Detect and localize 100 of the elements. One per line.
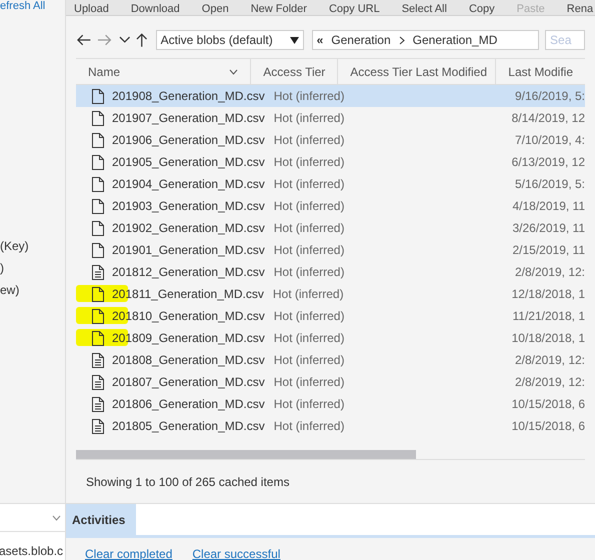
last-modified-cell-text: 11/21/2018, 1 <box>511 308 585 325</box>
last-modified-cell-text: 6/13/2019, 12 <box>510 154 585 171</box>
file-row[interactable]: 201806_Generation_MD.csv Hot (inferred) 10/15/2018, 6 <box>76 393 585 415</box>
breadcrumb-item[interactable]: Generation <box>331 31 391 49</box>
toolbar-button[interactable]: Download <box>130 3 180 15</box>
status-text: Showing 1 to 100 of 265 cached items <box>85 475 290 489</box>
access-tier-cell-text: Hot (inferred) <box>272 418 346 435</box>
access-tier-cell-text: Hot (inferred) <box>272 396 346 413</box>
last-modified-cell-text: 2/8/2019, 12: <box>514 264 585 281</box>
file-row[interactable]: 201805_Generation_MD.csv Hot (inferred) 10/15/2018, 6 <box>76 415 585 437</box>
horizontal-scrollbar[interactable] <box>76 450 416 459</box>
tree-item-label[interactable]: ew) <box>0 283 65 297</box>
last-modified-cell-text: 2/8/2019, 12: <box>514 374 585 391</box>
search-field[interactable]: Sea <box>545 30 586 50</box>
file-row[interactable]: 201808_Generation_MD.csv Hot (inferred) 2/8/2019, 12: <box>76 349 585 371</box>
column-header[interactable]: Access Tier <box>251 59 338 84</box>
access-tier-cell-text: Hot (inferred) <box>272 374 346 391</box>
last-modified-cell-text: 8/14/2019, 12 <box>510 110 585 127</box>
file-row[interactable]: 201812_Generation_MD.csv Hot (inferred) 2/8/2019, 12: <box>76 261 585 283</box>
toolbar-button[interactable]: Select All <box>402 3 447 15</box>
file-icon <box>92 198 104 214</box>
tree-item-label[interactable]: (Key) <box>0 239 65 253</box>
file-row[interactable]: 201902_Generation_MD.csv Hot (inferred) 3/26/2019, 11 <box>76 217 585 239</box>
text-file-icon <box>92 418 104 434</box>
toolbar-button[interactable]: Upload <box>74 3 109 15</box>
toolbar-button[interactable]: Open <box>202 3 229 15</box>
last-modified-cell-text: 2/15/2019, 11 <box>511 242 585 259</box>
last-modified-cell-text: 12/18/2018, 1 <box>510 286 585 303</box>
last-modified-cell-text: 10/15/2018, 6 <box>510 396 585 413</box>
last-modified-cell-text: 7/10/2019, 4: <box>514 132 585 149</box>
clear-link[interactable]: Clear successful <box>192 548 280 560</box>
file-name: 201905_Generation_MD.csv <box>112 154 265 171</box>
file-row[interactable]: 201906_Generation_MD.csv Hot (inferred) 7/10/2019, 4: <box>76 129 585 151</box>
file-name: 201908_Generation_MD.csv <box>112 88 265 105</box>
back-arrow-icon[interactable] <box>76 33 92 47</box>
toolbar-button[interactable]: Copy <box>468 3 495 15</box>
filter-dropdown[interactable]: Active blobs (default) <box>156 30 304 50</box>
file-row[interactable]: 201807_Generation_MD.csv Hot (inferred) 2/8/2019, 12: <box>76 371 585 393</box>
chevron-down-icon[interactable] <box>118 36 130 44</box>
access-tier-cell-text: Hot (inferred) <box>272 220 346 237</box>
last-modified-cell-text: 3/26/2019, 11 <box>511 220 585 237</box>
file-name: 201904_Generation_MD.csv <box>112 176 265 193</box>
refresh-all-link[interactable]: efresh All <box>0 0 46 12</box>
text-file-icon <box>92 396 104 412</box>
toolbar-button[interactable]: Rena <box>566 3 594 15</box>
file-name: 201807_Generation_MD.csv <box>112 374 265 391</box>
tree-item-label[interactable]: ) <box>0 261 65 275</box>
access-tier-cell-text: Hot (inferred) <box>272 308 346 325</box>
breadcrumb-back[interactable]: « <box>316 31 324 49</box>
column-header[interactable]: Name <box>76 59 252 84</box>
file-name: 201805_Generation_MD.csv <box>112 418 265 435</box>
file-icon <box>92 308 104 324</box>
chevron-down-icon[interactable] <box>229 68 238 74</box>
access-tier-cell-text: Hot (inferred) <box>272 176 346 193</box>
column-header[interactable]: Last Modifie <box>496 59 585 84</box>
forward-arrow-icon[interactable] <box>97 33 113 47</box>
file-name: 201812_Generation_MD.csv <box>112 264 265 281</box>
file-name: 201902_Generation_MD.csv <box>112 220 265 237</box>
file-icon <box>92 132 104 148</box>
panel-tab[interactable]: Activities <box>66 504 136 535</box>
access-tier-cell-text: Hot (inferred) <box>272 352 346 369</box>
file-name: 201808_Generation_MD.csv <box>112 352 265 369</box>
file-icon <box>92 220 104 236</box>
file-row[interactable]: 201901_Generation_MD.csv Hot (inferred) 2/15/2019, 11 <box>76 239 585 261</box>
file-icon <box>92 154 104 170</box>
address-bar[interactable]: « Generation Generation_MD <box>312 30 540 50</box>
breadcrumb-item[interactable]: Generation_MD <box>412 31 498 49</box>
text-file-icon <box>92 374 104 390</box>
last-modified-cell-text: 9/16/2019, 5: <box>514 88 585 105</box>
file-row[interactable]: 201907_Generation_MD.csv Hot (inferred) 8/14/2019, 12 <box>76 107 585 129</box>
toolbar-button[interactable]: New Folder <box>250 3 307 15</box>
file-icon <box>92 242 104 258</box>
chevron-right-icon <box>398 36 405 44</box>
file-row[interactable]: 201904_Generation_MD.csv Hot (inferred) 5/16/2019, 5: <box>76 173 585 195</box>
up-arrow-icon[interactable] <box>136 32 148 48</box>
access-tier-cell-text: Hot (inferred) <box>272 264 346 281</box>
text-file-icon <box>92 352 104 368</box>
file-icon <box>92 110 104 126</box>
access-tier-cell-text: Hot (inferred) <box>272 286 345 303</box>
file-row[interactable]: 201905_Generation_MD.csv Hot (inferred) 6/13/2019, 12 <box>76 151 585 173</box>
access-tier-cell-text: Hot (inferred) <box>272 132 346 149</box>
file-row[interactable]: 201903_Generation_MD.csv Hot (inferred) 4/18/2019, 11 <box>76 195 585 217</box>
file-icon <box>92 286 104 302</box>
dropdown-triangle-icon <box>290 36 299 44</box>
toolbar-button[interactable]: Copy URL <box>328 3 380 15</box>
file-name: 201903_Generation_MD.csv <box>112 198 265 215</box>
column-header[interactable]: Access Tier Last Modified <box>338 59 496 84</box>
file-name: 201806_Generation_MD.csv <box>112 396 265 413</box>
file-name: 201901_Generation_MD.csv <box>112 242 265 259</box>
file-icon <box>92 330 104 346</box>
file-icon <box>92 176 104 192</box>
file-row[interactable]: 201908_Generation_MD.csv Hot (inferred) 9/16/2019, 5: <box>76 85 585 107</box>
access-tier-cell-text: Hot (inferred) <box>272 242 346 259</box>
last-modified-cell-text: 5/16/2019, 5: <box>514 176 585 193</box>
access-tier-cell-text: Hot (inferred) <box>272 110 346 127</box>
access-tier-cell-text: Hot (inferred) <box>272 88 346 105</box>
last-modified-cell-text: 4/18/2019, 11 <box>511 198 585 215</box>
text-file-icon <box>92 264 104 280</box>
last-modified-cell-text: 10/18/2018, 1 <box>510 330 585 347</box>
last-modified-cell-text: 2/8/2019, 12: <box>514 352 585 369</box>
